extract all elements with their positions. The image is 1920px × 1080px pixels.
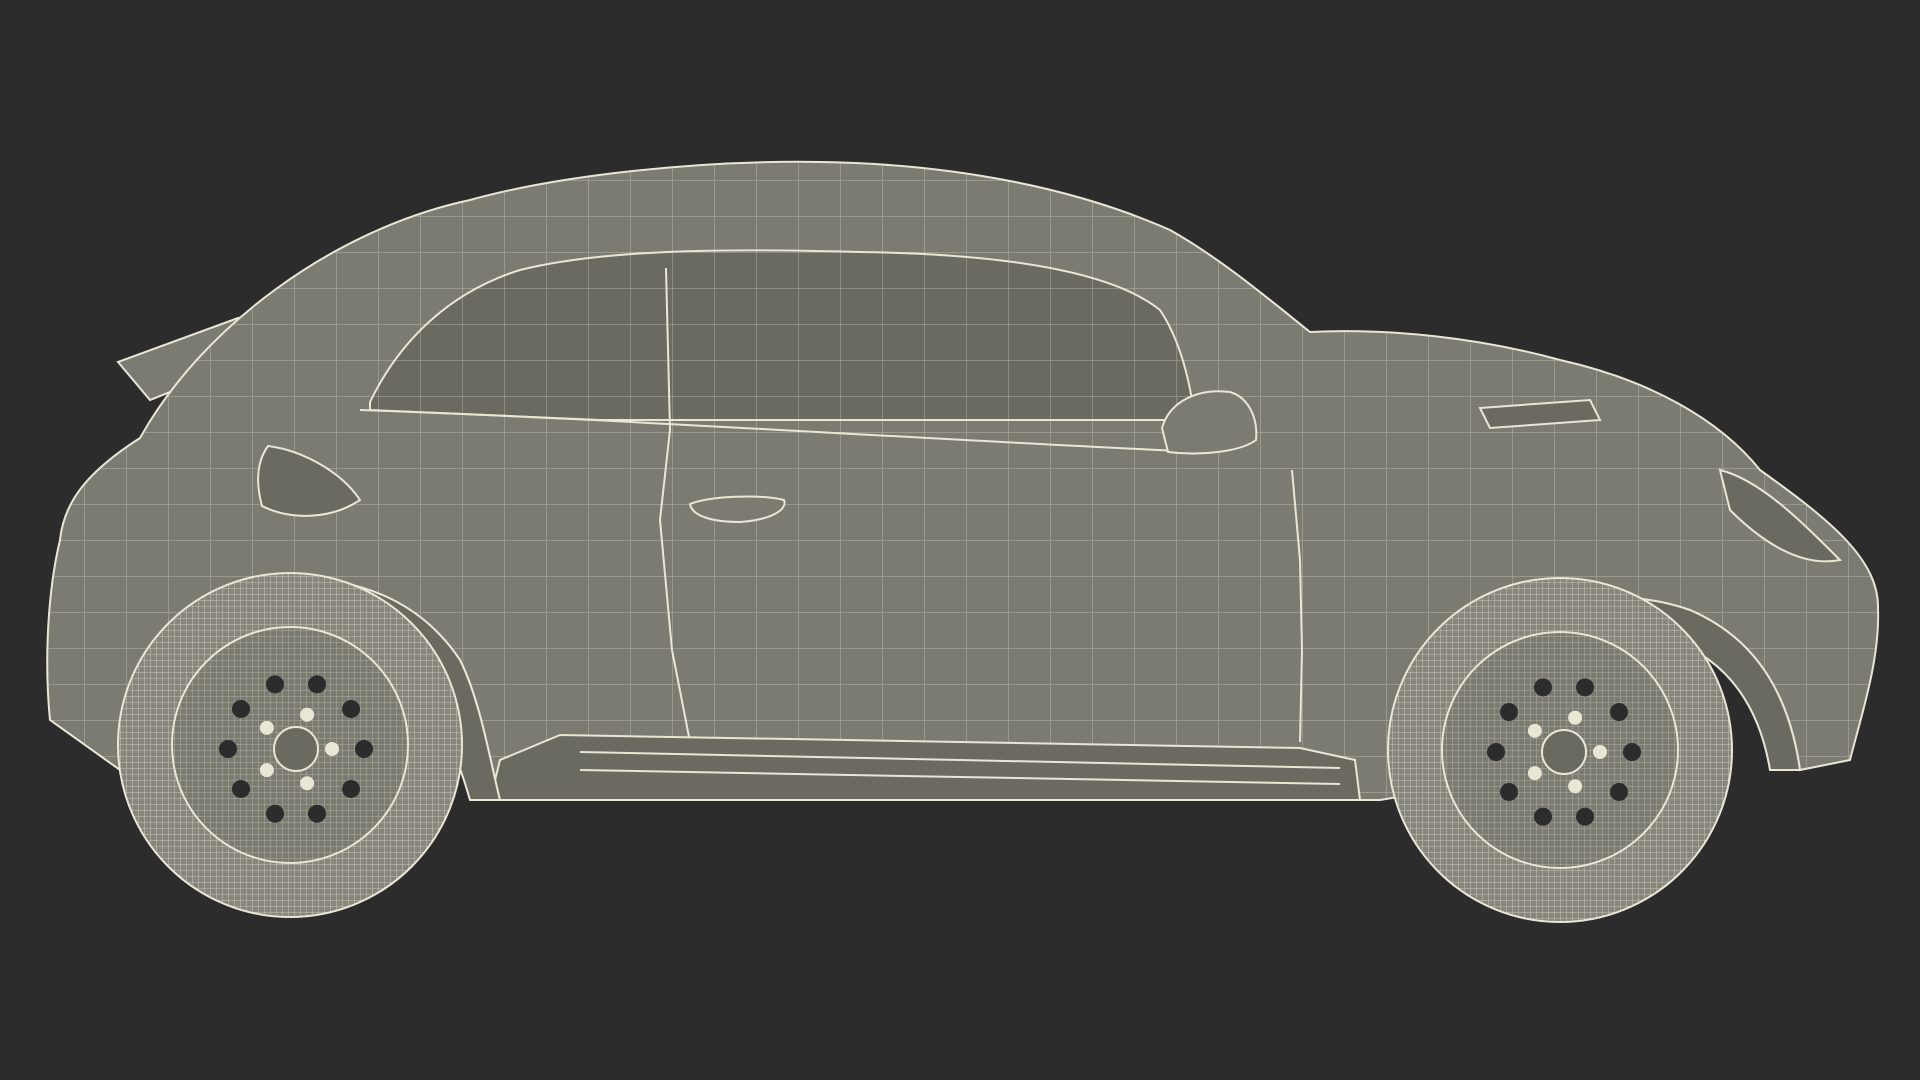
front-lug-nut: [1527, 723, 1542, 738]
front-rim-hole: [1576, 807, 1595, 826]
rear-lug-nut: [259, 720, 274, 735]
front-rim-hole: [1499, 703, 1518, 722]
rear-rim-hole: [219, 740, 237, 758]
rear-rim-hole: [231, 700, 250, 719]
front-lug-nut: [1527, 766, 1542, 781]
viewport: [0, 0, 1920, 1080]
rear-rim-hole: [265, 675, 284, 694]
front-wheel: [1387, 577, 1733, 923]
front-rim-hole: [1623, 743, 1641, 761]
rear-rim-hole: [308, 804, 327, 823]
front-lug-nut: [1568, 710, 1583, 725]
front-rim-hole: [1487, 743, 1505, 761]
front-rim-hole: [1610, 703, 1629, 722]
front-rim-hole: [1533, 678, 1552, 697]
front-rim-hole: [1576, 678, 1595, 697]
rear-rim-hole: [265, 804, 284, 823]
rear-rim-hole: [231, 779, 250, 798]
rear-rim-hole: [308, 675, 327, 694]
rear-lug-nut: [300, 707, 315, 722]
car-wireframe-render: [46, 160, 1880, 923]
front-rim-hole: [1610, 782, 1629, 801]
rear-lug-nut: [300, 776, 315, 791]
front-lug-nut: [1568, 779, 1583, 794]
rear-rim-hole: [342, 700, 361, 719]
rear-lug-nut: [259, 763, 274, 778]
rear-rim-hole: [342, 779, 361, 798]
rear-lug-nut: [325, 742, 339, 756]
rear-wheel: [117, 572, 463, 918]
front-lug-nut: [1593, 745, 1607, 759]
rear-hub: [273, 726, 319, 772]
front-rim-hole: [1533, 807, 1552, 826]
front-hub: [1541, 729, 1587, 775]
rear-rim-hole: [355, 740, 373, 758]
front-rim-hole: [1499, 782, 1518, 801]
